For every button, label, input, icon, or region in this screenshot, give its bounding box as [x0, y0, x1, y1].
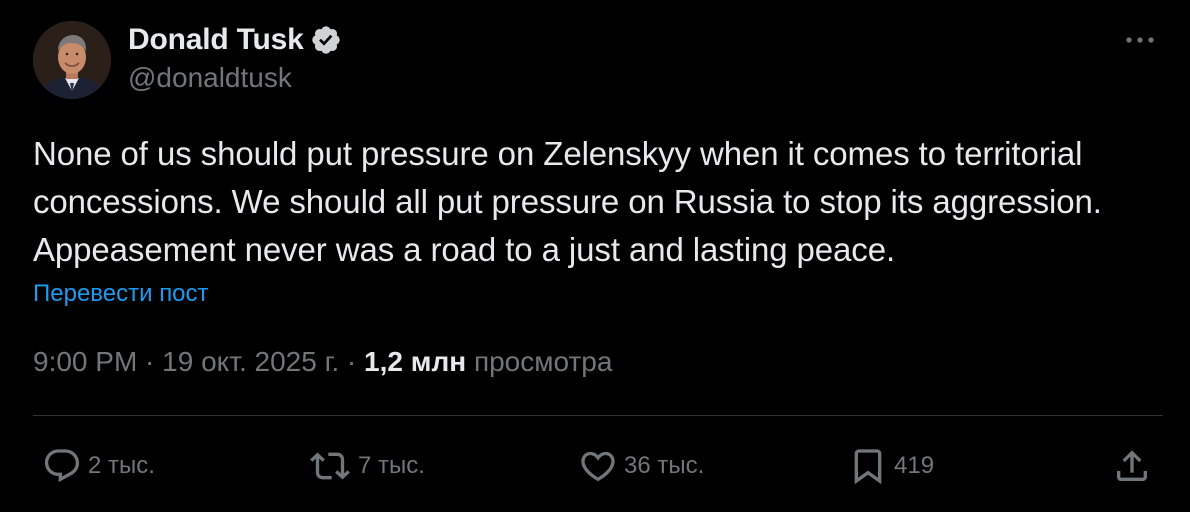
retweet-button[interactable]: 7 тыс. [308, 446, 425, 486]
like-count: 36 тыс. [624, 452, 705, 479]
retweet-count: 7 тыс. [358, 452, 425, 479]
more-icon [1126, 37, 1154, 43]
verified-badge-icon[interactable] [310, 24, 342, 56]
heart-icon [581, 451, 615, 482]
bookmark-button[interactable]: 419 [848, 446, 934, 486]
reply-count: 2 тыс. [88, 452, 155, 479]
like-button[interactable]: 36 тыс. [578, 446, 704, 486]
divider [33, 415, 1163, 416]
tweet-text: None of us should put pressure on Zelens… [33, 135, 1102, 268]
tweet-date[interactable]: 19 окт. 2025 г. [162, 346, 339, 377]
translate-post-link[interactable]: Перевести пост [33, 280, 209, 308]
views-label[interactable]: просмотра [466, 346, 613, 377]
share-icon [1117, 450, 1147, 481]
reply-icon [44, 449, 80, 483]
retweet-icon [310, 452, 350, 480]
views-count[interactable]: 1,2 млн [364, 346, 466, 377]
bookmark-icon [854, 449, 882, 485]
avatar[interactable] [33, 21, 111, 99]
tweet-time[interactable]: 9:00 PM [33, 346, 137, 377]
more-button[interactable] [1120, 24, 1160, 56]
author-name-row[interactable]: Donald Tusk [128, 22, 342, 58]
author-handle[interactable]: @donaldtusk [128, 62, 292, 94]
tweet-meta: 9:00 PM · 19 окт. 2025 г. · 1,2 млн прос… [33, 346, 612, 378]
meta-separator: · [137, 346, 163, 377]
reply-button[interactable]: 2 тыс. [42, 446, 155, 486]
meta-separator-2: · [339, 346, 365, 377]
share-button[interactable] [1112, 446, 1152, 486]
author-display-name[interactable]: Donald Tusk [128, 23, 304, 57]
bookmark-count: 419 [894, 452, 935, 479]
